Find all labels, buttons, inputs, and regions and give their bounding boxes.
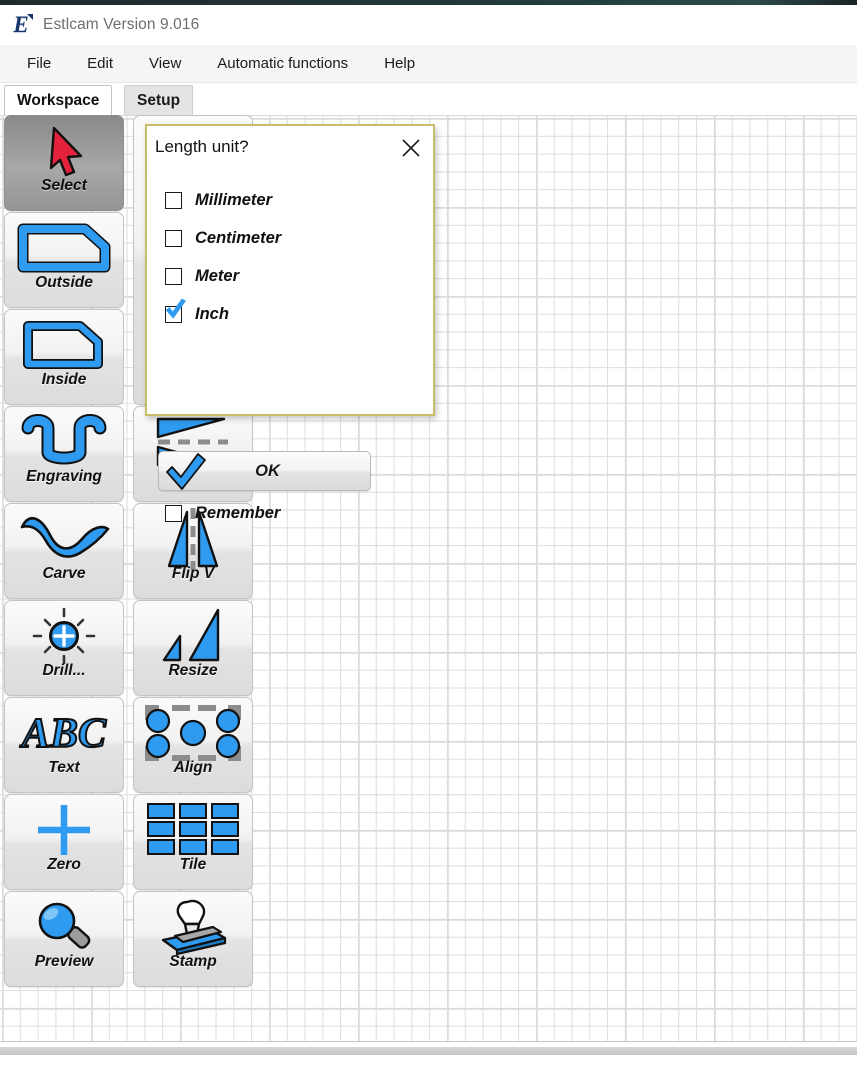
align-dots-icon: [134, 698, 252, 764]
tile-grid-icon: [134, 795, 252, 861]
tool-label: Text: [48, 759, 80, 776]
estlcam-window: E Estlcam Version 9.016 File Edit View A…: [0, 0, 857, 1074]
option-centimeter[interactable]: Centimeter: [165, 219, 420, 257]
carve-wave-icon: [5, 504, 123, 570]
tool-label: Select: [41, 177, 87, 194]
stamp-icon: [134, 892, 252, 958]
unit-option-list: Millimeter Centimeter Meter Inch: [165, 181, 420, 333]
ok-button[interactable]: OK: [158, 451, 371, 491]
tool-button-preview[interactable]: Preview: [4, 891, 124, 987]
option-label: Millimeter: [195, 190, 273, 209]
tool-label: Inside: [41, 371, 87, 388]
checkmark-icon: [164, 453, 208, 491]
menu-item-view[interactable]: View: [134, 51, 196, 76]
tool-label: Outside: [35, 274, 93, 291]
option-label: Inch: [195, 304, 229, 323]
menu-bar: File Edit View Automatic functions Help: [0, 45, 857, 83]
window-title: Estlcam Version 9.016: [43, 16, 200, 33]
tool-label: Engraving: [26, 468, 102, 485]
outside-contour-icon: [5, 213, 123, 279]
option-remember[interactable]: Remember: [165, 504, 280, 523]
checkbox-inch[interactable]: [165, 305, 182, 323]
option-meter[interactable]: Meter: [165, 257, 420, 295]
tool-button-resize[interactable]: Resize: [133, 600, 253, 696]
status-bar: [0, 1041, 857, 1074]
abc-text-icon: ABC: [5, 698, 123, 764]
tool-label: Flip V: [171, 565, 215, 582]
resize-triangles-icon: [134, 601, 252, 667]
menu-item-help[interactable]: Help: [369, 51, 430, 76]
menu-item-edit[interactable]: Edit: [72, 51, 128, 76]
tool-button-select[interactable]: Select: [4, 115, 124, 211]
close-x-icon[interactable]: [397, 134, 425, 162]
estlcam-e-logo-icon: E: [8, 12, 34, 38]
tool-button-carve[interactable]: Carve: [4, 503, 124, 599]
checkbox-meter[interactable]: [165, 267, 182, 285]
engraving-path-icon: [5, 407, 123, 473]
option-millimeter[interactable]: Millimeter: [165, 181, 420, 219]
checkbox-millimeter[interactable]: [165, 191, 182, 209]
svg-text:ABC: ABC: [19, 711, 107, 757]
tool-label: Resize: [168, 662, 218, 679]
drill-crosshair-icon: [5, 601, 123, 667]
tool-label: Align: [173, 759, 213, 776]
inside-contour-icon: [5, 310, 123, 376]
magnifier-preview-icon: [5, 892, 123, 958]
tab-workspace[interactable]: Workspace: [4, 85, 113, 115]
tool-button-drill[interactable]: Drill...: [4, 600, 124, 696]
tool-button-engraving[interactable]: Engraving: [4, 406, 124, 502]
arrow-cursor-icon: [5, 116, 123, 182]
option-label: Centimeter: [195, 228, 282, 247]
menu-item-automatic-functions[interactable]: Automatic functions: [202, 51, 363, 76]
tab-strip: Workspace Setup: [0, 83, 857, 115]
checkbox-remember[interactable]: [165, 505, 182, 522]
tool-button-inside[interactable]: Inside: [4, 309, 124, 405]
tool-label: Drill...: [42, 662, 86, 679]
title-bar: E Estlcam Version 9.016: [0, 5, 857, 45]
tool-label: Carve: [42, 565, 86, 582]
length-unit-dialog: Length unit? Millimeter Centimeter Meter: [145, 124, 435, 522]
tool-label: Zero: [47, 856, 81, 873]
tool-button-zero[interactable]: Zero: [4, 794, 124, 890]
tab-setup[interactable]: Setup: [124, 85, 194, 115]
tool-label: Preview: [34, 953, 94, 970]
tool-button-outside[interactable]: Outside: [4, 212, 124, 308]
primary-toolbar: Select Outside Inside Engraving Carve Dr…: [4, 115, 124, 988]
tool-label: Stamp: [169, 953, 217, 970]
option-label: Remember: [195, 504, 281, 522]
tool-button-align[interactable]: Align: [133, 697, 253, 793]
option-inch[interactable]: Inch: [165, 295, 420, 333]
tool-button-stamp[interactable]: Stamp: [133, 891, 253, 987]
plus-zero-icon: [5, 795, 123, 861]
status-bar-fill: [0, 1047, 857, 1055]
dialog-title: Length unit?: [155, 137, 249, 156]
tool-button-tile[interactable]: Tile: [133, 794, 253, 890]
option-label: Meter: [195, 266, 240, 285]
tool-label: Tile: [179, 856, 207, 873]
menu-item-file[interactable]: File: [12, 51, 66, 76]
checkbox-centimeter[interactable]: [165, 229, 182, 247]
tool-button-text[interactable]: ABC Text: [4, 697, 124, 793]
